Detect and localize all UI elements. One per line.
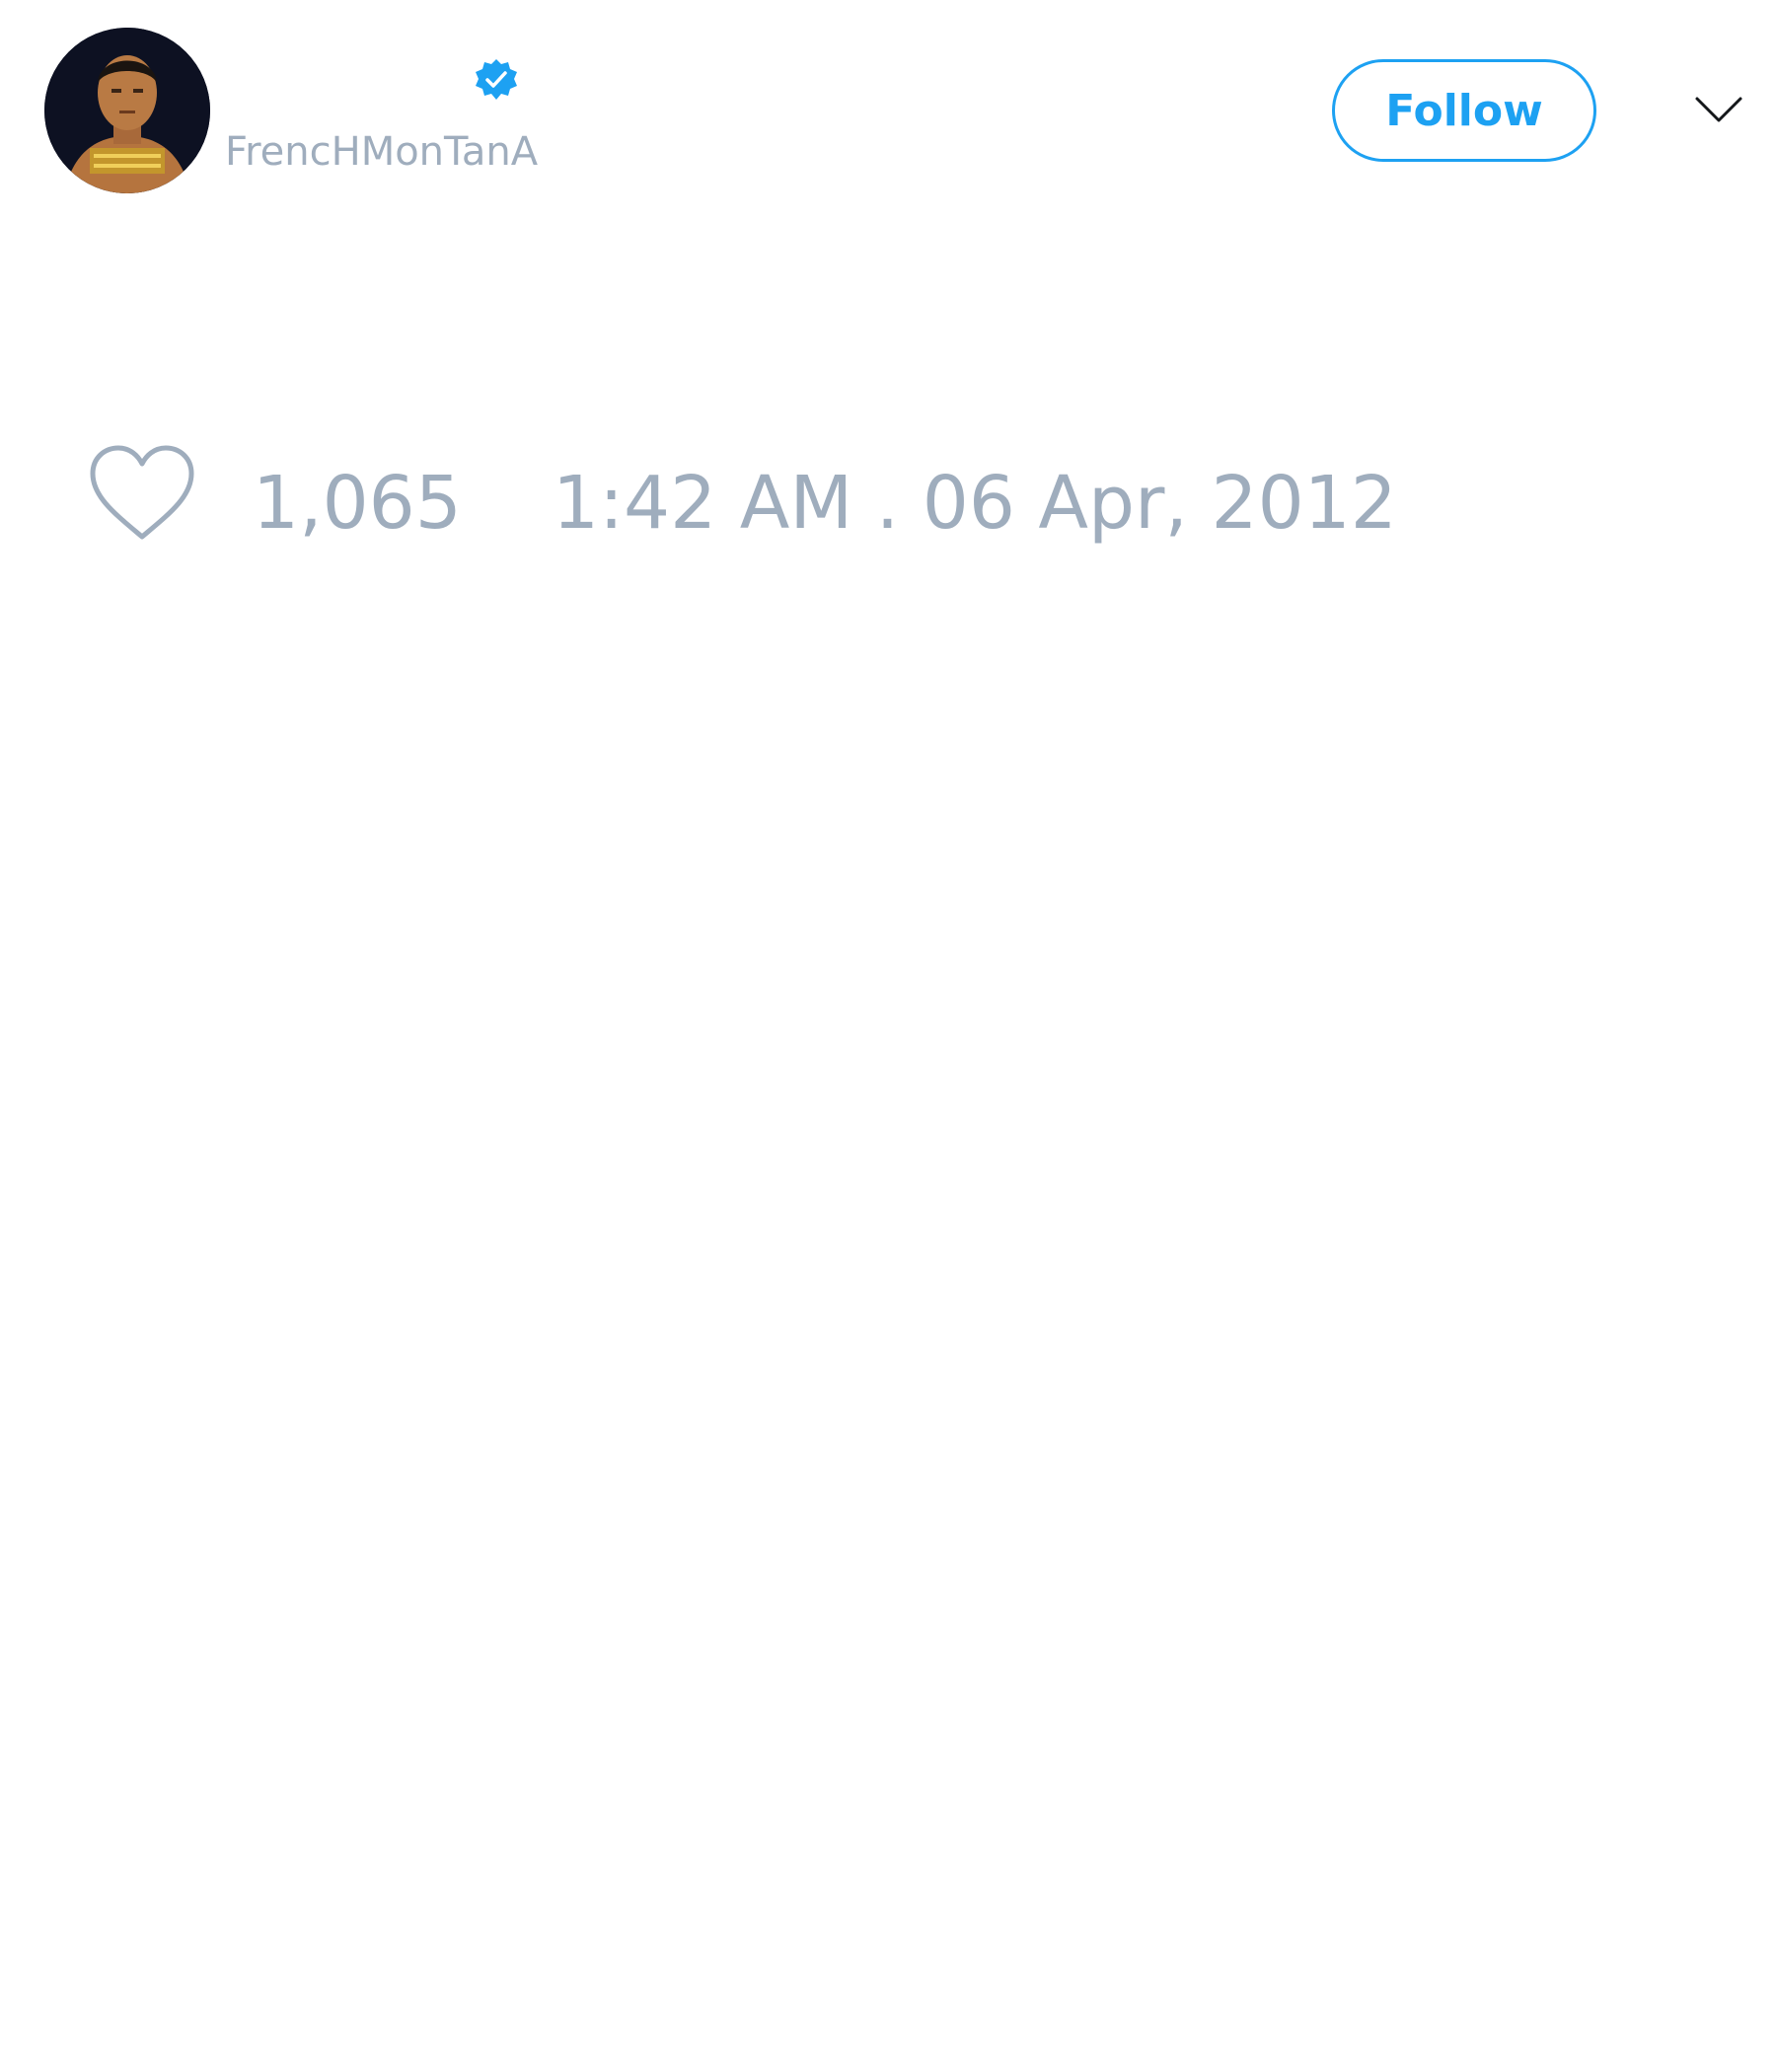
heart-icon[interactable] [87,444,197,543]
follow-button[interactable]: Follow [1332,59,1596,162]
chevron-down-icon[interactable] [1693,89,1744,128]
avatar[interactable] [44,28,210,193]
tweet-timestamp[interactable]: 1:42 AM . 06 Apr, 2012 [553,456,1397,551]
author-handle[interactable]: FrencHMonTanA [225,124,538,180]
verified-badge-icon [476,59,517,100]
like-count: 1,065 [253,461,462,546]
tweet-actions-row: 1,065 1:42 AM . 06 Apr, 2012 [0,444,1776,562]
